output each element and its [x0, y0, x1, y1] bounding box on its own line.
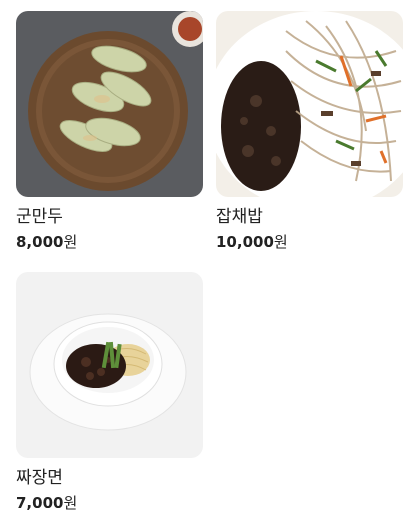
price-currency: 원: [63, 494, 78, 512]
price-currency: 원: [273, 233, 288, 251]
price-value: 10,000: [216, 233, 274, 251]
price-value: 8,000: [16, 233, 64, 251]
menu-item-name: 짜장면: [16, 468, 63, 488]
menu-item-image: [16, 11, 203, 197]
jajangmyeon-photo: [16, 272, 203, 458]
menu-item-image: [16, 272, 203, 458]
menu-item-card[interactable]: 잡채밥 10,000원: [216, 11, 403, 251]
menu-item-name: 군만두: [16, 207, 63, 227]
menu-item-price: 7,000원: [16, 494, 203, 512]
fried-dumplings-photo: [16, 11, 203, 197]
menu-item-card[interactable]: 짜장면 7,000원: [16, 272, 203, 512]
menu-item-price: 10,000원: [216, 233, 403, 251]
menu-item-price: 8,000원: [16, 233, 203, 251]
menu-item-image: [216, 11, 403, 197]
menu-item-card[interactable]: 군만두 8,000원: [16, 11, 203, 251]
japchae-rice-photo: [216, 11, 403, 197]
menu-grid: 군만두 8,000원 잡채밥 10,000원 짜장면 7,000원: [0, 0, 410, 531]
price-currency: 원: [63, 233, 78, 251]
price-value: 7,000: [16, 494, 64, 512]
menu-item-name: 잡채밥: [216, 207, 263, 227]
